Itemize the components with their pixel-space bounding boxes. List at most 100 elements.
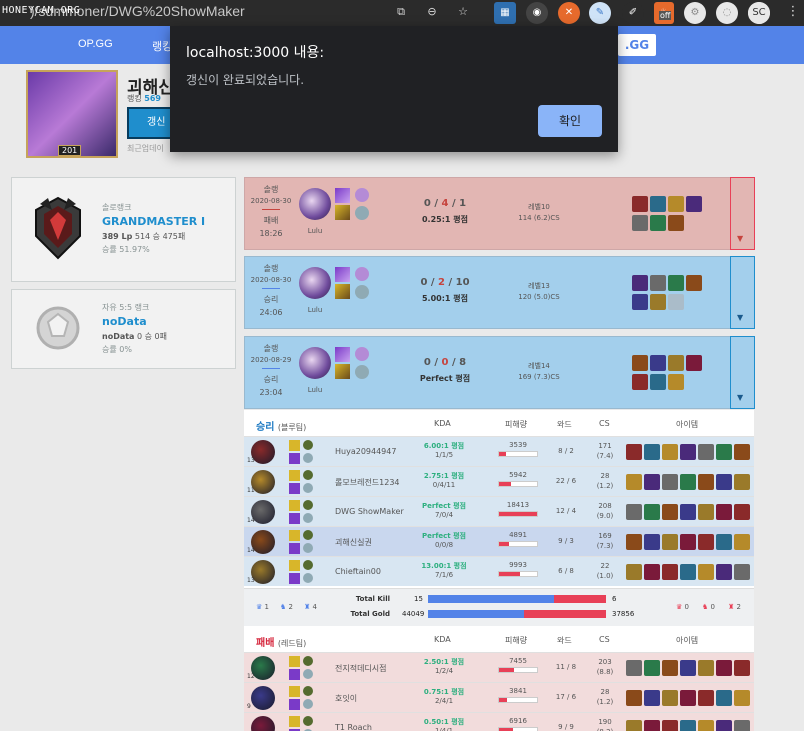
extension-icon-8[interactable]: ◌ — [716, 2, 738, 24]
ward-count: 6 / 8 — [558, 567, 574, 575]
item-icon — [650, 196, 666, 212]
rank-lp: noData 0 승 0패 — [102, 331, 167, 342]
item-icon — [698, 564, 714, 580]
assists: 10 — [455, 277, 470, 288]
game-row[interactable]: 솔랭 2020-08-29 승리 23:04 Lulu 0 / 0 / 8 Perfect … — [244, 336, 755, 409]
deaths: 2 — [438, 277, 445, 288]
damage-bar — [498, 451, 538, 457]
item-icon — [698, 660, 714, 676]
rune-icon — [355, 347, 369, 361]
summoner-name-link[interactable]: 괴해신실권 — [335, 537, 372, 548]
item-icon — [644, 444, 660, 460]
cs-per-minute: (7.4) — [596, 452, 614, 460]
item-icon — [716, 660, 732, 676]
player-row[interactable]: 11 롤모브레전드1234 2.75:1 평점 0/4/11 5942 22 / 6 28 (… — [244, 466, 754, 496]
champion-portrait — [251, 716, 275, 731]
bookmark-star-icon[interactable]: ☆ — [454, 3, 472, 21]
player-row[interactable]: T1 Roach 0.50:1 평점1/4/1 6916 9 / 9 190(8.2) — [244, 712, 754, 731]
cs-per-minute: (7.3) — [596, 542, 614, 550]
assists: 8 — [459, 357, 467, 368]
red-team-header: 패배 (레드팀) KDA 피해량 와드 CS 아이템 — [244, 626, 754, 652]
damage-bar — [498, 697, 538, 703]
summoner-name-link[interactable]: T1 Roach — [335, 723, 372, 731]
player-kda-ratio: 0.50:1 평점 — [423, 718, 465, 726]
item-icon — [626, 690, 642, 706]
extension-icon-2[interactable]: ◉ — [526, 2, 548, 24]
rune-icon — [303, 699, 313, 709]
item-icon — [626, 474, 642, 490]
item-icon — [680, 504, 696, 520]
champion-portrait — [299, 347, 331, 379]
summoner-spell-icon — [289, 440, 300, 451]
game-divider — [262, 288, 280, 289]
ward-count: 12 / 4 — [555, 507, 577, 515]
player-kda: 1/4/1 — [434, 727, 454, 731]
player-cs: 190(8.2) — [590, 717, 620, 731]
damage-bar — [498, 727, 538, 731]
item-icon — [644, 720, 660, 731]
summoner-spell-icon — [289, 573, 300, 584]
red-dragon-count: ♞ 0 — [702, 603, 715, 611]
damage-bar-fill — [499, 542, 510, 546]
cs-total: 190 — [598, 718, 612, 726]
extension-icon-3[interactable]: ✕ — [558, 2, 580, 24]
player-row[interactable]: 14 DWG ShowMaker Perfect 평점 7/0/4 18413 12 / … — [244, 496, 754, 526]
red-team-result: 패배 (레드팀) — [256, 634, 306, 649]
summoner-name-link[interactable]: DWG ShowMaker — [335, 507, 404, 516]
dialog-ok-button[interactable]: 확인 — [538, 105, 602, 137]
team-summary: ♛ 1 ♞ 2 ♜ 4 Total Kill 15 6 Total Gold 4… — [244, 588, 754, 626]
item-icon — [626, 660, 642, 676]
game-row[interactable]: 솔랭 2020-08-30 패배 18:26 Lulu 0 / 4 / 1 0.25:1 평… — [244, 177, 755, 250]
rank-lp-value: noData — [102, 332, 135, 341]
ladder-rank: 랭킹 569 — [127, 93, 161, 104]
item-icon — [644, 660, 660, 676]
profile-avatar[interactable]: SC — [748, 2, 770, 24]
player-row[interactable]: 13 Chieftain00 13.00:1 평점 7/1/6 9993 6 / 8 22 (… — [244, 556, 754, 586]
game-row[interactable]: 솔랭 2020-08-30 승리 24:06 Lulu 0 / 2 / 10 5.00:1 … — [244, 256, 755, 329]
summoner-name-link[interactable]: Chieftain00 — [335, 567, 381, 576]
summoner-name-link[interactable]: Huya20944947 — [335, 447, 396, 456]
expand-details-button[interactable]: ▼ — [730, 256, 755, 329]
menu-icon[interactable]: ⋮ — [784, 3, 802, 21]
summoner-spell-icon — [289, 669, 300, 680]
extension-icon-1[interactable]: ▦ — [494, 2, 516, 24]
player-row[interactable]: 13 Huya20944947 6.00:1 평점 1/1/5 3539 8 / 2 171… — [244, 436, 754, 466]
summoner-name-link[interactable]: 전지적데디시점 — [335, 663, 387, 674]
item-icon — [632, 374, 648, 390]
summoner-spell-icon — [289, 699, 300, 710]
item-icon — [662, 444, 678, 460]
player-kda: 0/4/11 — [432, 481, 456, 489]
rune-icon — [355, 267, 369, 281]
summoner-name-link[interactable]: 호잇이 — [335, 693, 357, 704]
player-cs: 208 (9.0) — [590, 501, 620, 521]
expand-details-button[interactable]: ▼ — [730, 177, 755, 250]
extension-icon-5[interactable]: ✐ — [622, 2, 644, 24]
player-kda: 7/1/6 — [434, 571, 454, 579]
item-icon — [662, 564, 678, 580]
cs-per-minute: (1.0) — [596, 572, 614, 580]
rune-icon — [303, 453, 313, 463]
summoner-name-link[interactable]: 롤모브레전드1234 — [335, 477, 400, 488]
blue-total-kill: 15 — [414, 595, 423, 603]
red-baron-value: 0 — [684, 603, 689, 611]
damage-bar-fill — [499, 572, 520, 576]
expand-details-button[interactable]: ▼ — [730, 336, 755, 409]
player-kda-ratio: 0.75:1 평점 — [423, 688, 465, 696]
extension-icon-7[interactable]: ⚙ — [684, 2, 706, 24]
item-icon — [716, 720, 732, 731]
item-icon — [662, 474, 678, 490]
extension-icon-4[interactable]: ✎ — [589, 2, 611, 24]
ward-count: 22 / 6 — [555, 477, 577, 485]
renew-button[interactable]: 갱신 — [127, 107, 175, 139]
player-row[interactable]: 9 호잇이 0.75:1 평점 2/4/1 3841 17 / 6 28 (1.2) — [244, 682, 754, 712]
translate-icon[interactable]: ⧉ — [392, 3, 410, 21]
search-button[interactable]: .GG — [618, 34, 656, 56]
champion-level: 14 — [247, 517, 255, 524]
item-icon — [632, 215, 648, 231]
nav-logo-link[interactable]: OP.GG — [78, 38, 113, 50]
player-row[interactable]: 14 괴해신실권 Perfect 평점 0/0/8 4891 9 / 3 169 (7.3) — [244, 526, 754, 556]
player-row[interactable]: 12 전지적데디시점 2.50:1 평점 1/2/4 7455 11 / 8 203 (8.8… — [244, 652, 754, 682]
rune-icon — [303, 656, 313, 666]
zoom-out-icon[interactable]: ⊖ — [423, 3, 441, 21]
item-icon — [716, 444, 732, 460]
